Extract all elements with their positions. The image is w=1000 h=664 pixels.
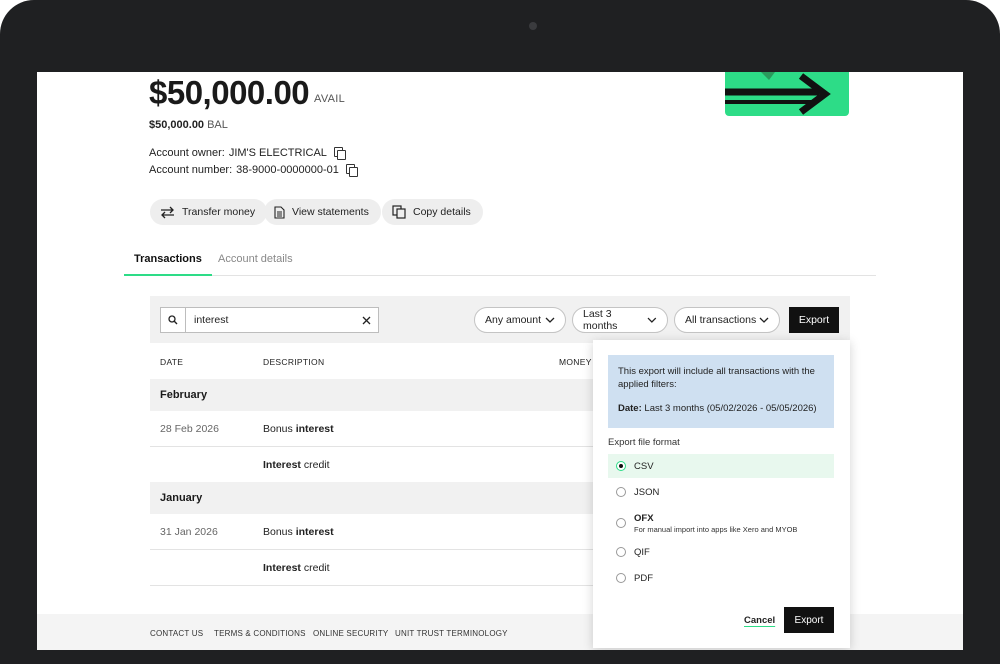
row-description: Bonus interest [263,526,334,538]
footer-link-contact[interactable]: CONTACT US [150,629,203,638]
search-input[interactable]: interest [160,307,379,333]
available-label: AVAIL [314,93,346,105]
search-value[interactable]: interest [186,314,354,326]
account-tabs: Transactions Account details [124,250,876,276]
export-button[interactable]: Export [789,307,839,333]
balance-line: $50,000.00 BAL [149,119,228,131]
format-option-pdf[interactable]: PDF [608,566,834,590]
row-date: 31 Jan 2026 [160,526,218,538]
amount-dropdown[interactable]: Any amount [474,307,566,333]
popover-export-button[interactable]: Export [784,607,834,633]
tab-transactions[interactable]: Transactions [124,253,212,276]
app-screen: $50,000.00 AVAIL $50,000.00 BAL Account o… [37,72,963,650]
owner-value: JIM'S ELECTRICAL [228,147,327,159]
footer-link-unit-trust[interactable]: UNIT TRUST TERMINOLOGY [395,629,508,638]
header-money: MONEY [559,357,592,367]
balance-label: BAL [207,119,228,131]
type-dropdown[interactable]: All transactions [674,307,780,333]
search-icon[interactable] [161,308,186,332]
amount-label: Any amount [485,314,542,326]
card-graphic [725,72,849,116]
format-option-qif[interactable]: QIF [608,540,834,564]
export-date-line: Date: Last 3 months (05/02/2026 - 05/05/… [618,403,817,414]
type-label: All transactions [685,314,757,326]
document-icon [274,205,285,219]
export-popover: This export will include all transaction… [593,340,850,648]
chevron-down-icon [759,317,769,323]
row-description: Bonus interest [263,423,334,435]
format-option-json[interactable]: JSON [608,480,834,504]
row-description: Interest credit [263,459,330,471]
format-label: Export file format [608,437,680,448]
owner-label: Account owner: [149,147,225,159]
camera-dot [529,22,537,30]
copy-icon [392,205,406,219]
available-balance: $50,000.00 [149,74,310,111]
cancel-button[interactable]: Cancel [744,615,775,626]
radio[interactable] [616,547,626,557]
format-option-ofx[interactable]: OFX For manual import into apps like Xer… [608,506,834,540]
header-date: DATE [160,357,184,367]
radio[interactable] [616,573,626,583]
chevron-down-icon [545,317,555,323]
copy-owner-icon[interactable] [333,147,346,160]
header-description: DESCRIPTION [263,357,325,367]
transfer-icon [161,206,174,218]
copy-details-button[interactable]: Copy details [382,199,483,225]
export-info-text: This export will include all transaction… [618,366,815,390]
period-label: Last 3 months [583,308,618,332]
export-info-box: This export will include all transaction… [608,355,834,428]
footer-link-terms[interactable]: TERMS & CONDITIONS [214,629,306,638]
statements-label: View statements [292,206,369,218]
transfer-label: Transfer money [182,206,256,218]
clear-icon[interactable] [354,316,378,325]
period-dropdown[interactable]: Last 3 months [572,307,668,333]
radio-selected[interactable] [616,461,626,471]
copy-number-icon[interactable] [345,164,358,177]
tab-account-details[interactable]: Account details [218,253,293,276]
transfer-money-button[interactable]: Transfer money [150,199,268,225]
view-statements-button[interactable]: View statements [264,199,381,225]
account-number: Account number: 38-9000-0000000-01 [149,164,358,177]
row-date: 28 Feb 2026 [160,423,219,435]
footer-link-security[interactable]: ONLINE SECURITY [313,629,388,638]
format-option-csv[interactable]: CSV [608,454,834,478]
number-value: 38-9000-0000000-01 [236,164,339,176]
chevron-down-icon [647,317,657,323]
radio[interactable] [616,487,626,497]
balance-value: $50,000.00 [149,119,205,131]
radio[interactable] [616,518,626,528]
number-label: Account number: [149,164,233,176]
copy-details-label: Copy details [413,206,471,218]
account-owner: Account owner: JIM'S ELECTRICAL [149,147,346,160]
row-description: Interest credit [263,562,330,574]
filter-bar: interest Any amount Last 3 months All tr… [150,296,850,343]
arrow-icon [725,72,831,115]
